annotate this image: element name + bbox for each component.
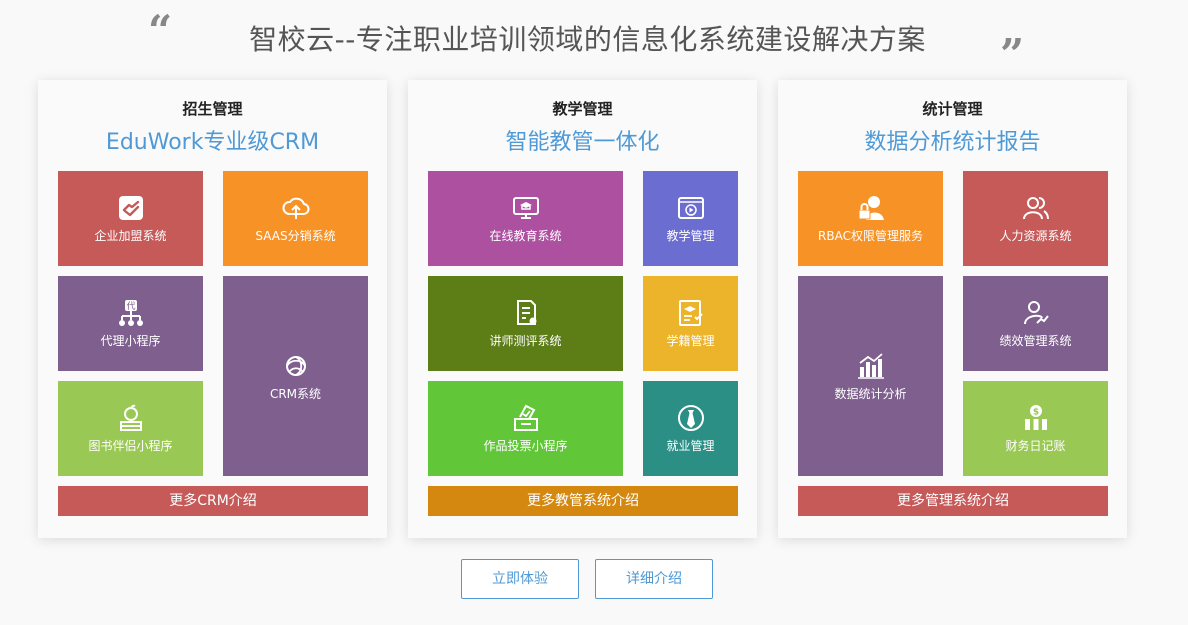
quote-close-mark: ”	[1000, 30, 1025, 79]
tile-label: 财务日记账	[1005, 439, 1066, 453]
tile-label: 人力资源系统	[999, 229, 1072, 243]
tile-online-education[interactable]: 在线教育系统	[428, 171, 623, 266]
tile-label: 讲师测评系统	[489, 334, 562, 348]
video-play-icon	[676, 193, 706, 223]
tile-book-companion[interactable]: 图书伴侣小程序	[58, 381, 203, 476]
card-subtitle: 数据分析统计报告	[864, 130, 1041, 155]
tile-lecturer-evaluation[interactable]: 讲师测评系统	[428, 276, 623, 371]
tile-label: 绩效管理系统	[999, 334, 1072, 348]
tile-label: 就业管理	[666, 439, 715, 453]
tile-label: 在线教育系统	[489, 229, 562, 243]
tile-label: 图书伴侣小程序	[88, 439, 173, 453]
card-enrollment: 招生管理 EduWork专业级CRM 企业加盟系统 SAAS分销系统 代 代理小…	[38, 80, 387, 538]
tile-label: 企业加盟系统	[94, 229, 167, 243]
tile-saas-distribution[interactable]: SAAS分销系统	[223, 171, 368, 266]
tile-work-voting[interactable]: 作品投票小程序	[428, 381, 623, 476]
tile-student-records[interactable]: 学籍管理	[643, 276, 738, 371]
tile-finance-journal[interactable]: $ 财务日记账	[963, 381, 1108, 476]
more-teaching-button[interactable]: 更多教管系统介绍	[428, 486, 738, 516]
money-bars-icon: $	[1021, 403, 1051, 433]
card-title: 教学管理	[552, 100, 613, 118]
tile-label: 学籍管理	[666, 334, 715, 348]
tile-data-analysis[interactable]: 数据统计分析	[798, 276, 943, 476]
tile-label: 数据统计分析	[834, 386, 907, 401]
ballot-box-icon	[511, 403, 541, 433]
card-title: 招生管理	[182, 100, 243, 118]
more-crm-button[interactable]: 更多CRM介绍	[58, 486, 368, 516]
page-headline: 智校云--专注职业培训领域的信息化系统建设解决方案	[249, 23, 926, 56]
apple-book-icon	[116, 403, 146, 433]
tile-label: SAAS分销系统	[255, 229, 336, 243]
card-statistics: 统计管理 数据分析统计报告 RBAC权限管理服务 人力资源系统 数据统计分析 绩…	[778, 80, 1127, 538]
tie-icon	[676, 403, 706, 433]
tile-label: RBAC权限管理服务	[818, 229, 923, 243]
tile-employment[interactable]: 就业管理	[643, 381, 738, 476]
try-now-button[interactable]: 立即体验	[461, 559, 579, 599]
document-check-icon	[511, 298, 541, 328]
tile-performance[interactable]: 绩效管理系统	[963, 276, 1108, 371]
crm-swirl-icon	[281, 351, 311, 381]
tile-label: 代理小程序	[100, 334, 161, 348]
cloud-share-icon	[281, 193, 311, 223]
user-trend-icon	[1021, 298, 1051, 328]
tile-rbac[interactable]: RBAC权限管理服务	[798, 171, 943, 266]
agent-tree-icon: 代	[116, 298, 146, 328]
details-button[interactable]: 详细介绍	[595, 559, 713, 599]
user-lock-icon	[856, 193, 886, 223]
monitor-graduation-icon	[511, 193, 541, 223]
card-subtitle: EduWork专业级CRM	[105, 130, 320, 155]
handshake-icon	[116, 193, 146, 223]
student-card-icon	[676, 298, 706, 328]
tile-teaching-management[interactable]: 教学管理	[643, 171, 738, 266]
tile-agent-miniprogram[interactable]: 代 代理小程序	[58, 276, 203, 371]
team-icon	[1021, 193, 1051, 223]
bar-chart-icon	[856, 351, 886, 381]
card-title: 统计管理	[922, 100, 983, 118]
tile-crm-system[interactable]: CRM系统	[223, 276, 368, 476]
svg-text:代: 代	[126, 301, 135, 312]
tile-franchise[interactable]: 企业加盟系统	[58, 171, 203, 266]
card-subtitle: 智能教管一体化	[505, 130, 660, 155]
tile-hr-system[interactable]: 人力资源系统	[963, 171, 1108, 266]
tile-label: 作品投票小程序	[483, 439, 568, 453]
tile-label: 教学管理	[666, 229, 715, 243]
tile-label: CRM系统	[269, 386, 322, 401]
more-management-button[interactable]: 更多管理系统介绍	[798, 486, 1108, 516]
svg-text:$: $	[1032, 408, 1038, 418]
card-teaching: 教学管理 智能教管一体化 在线教育系统 教学管理 讲师测评系统 学籍管理 作品投…	[408, 80, 757, 538]
